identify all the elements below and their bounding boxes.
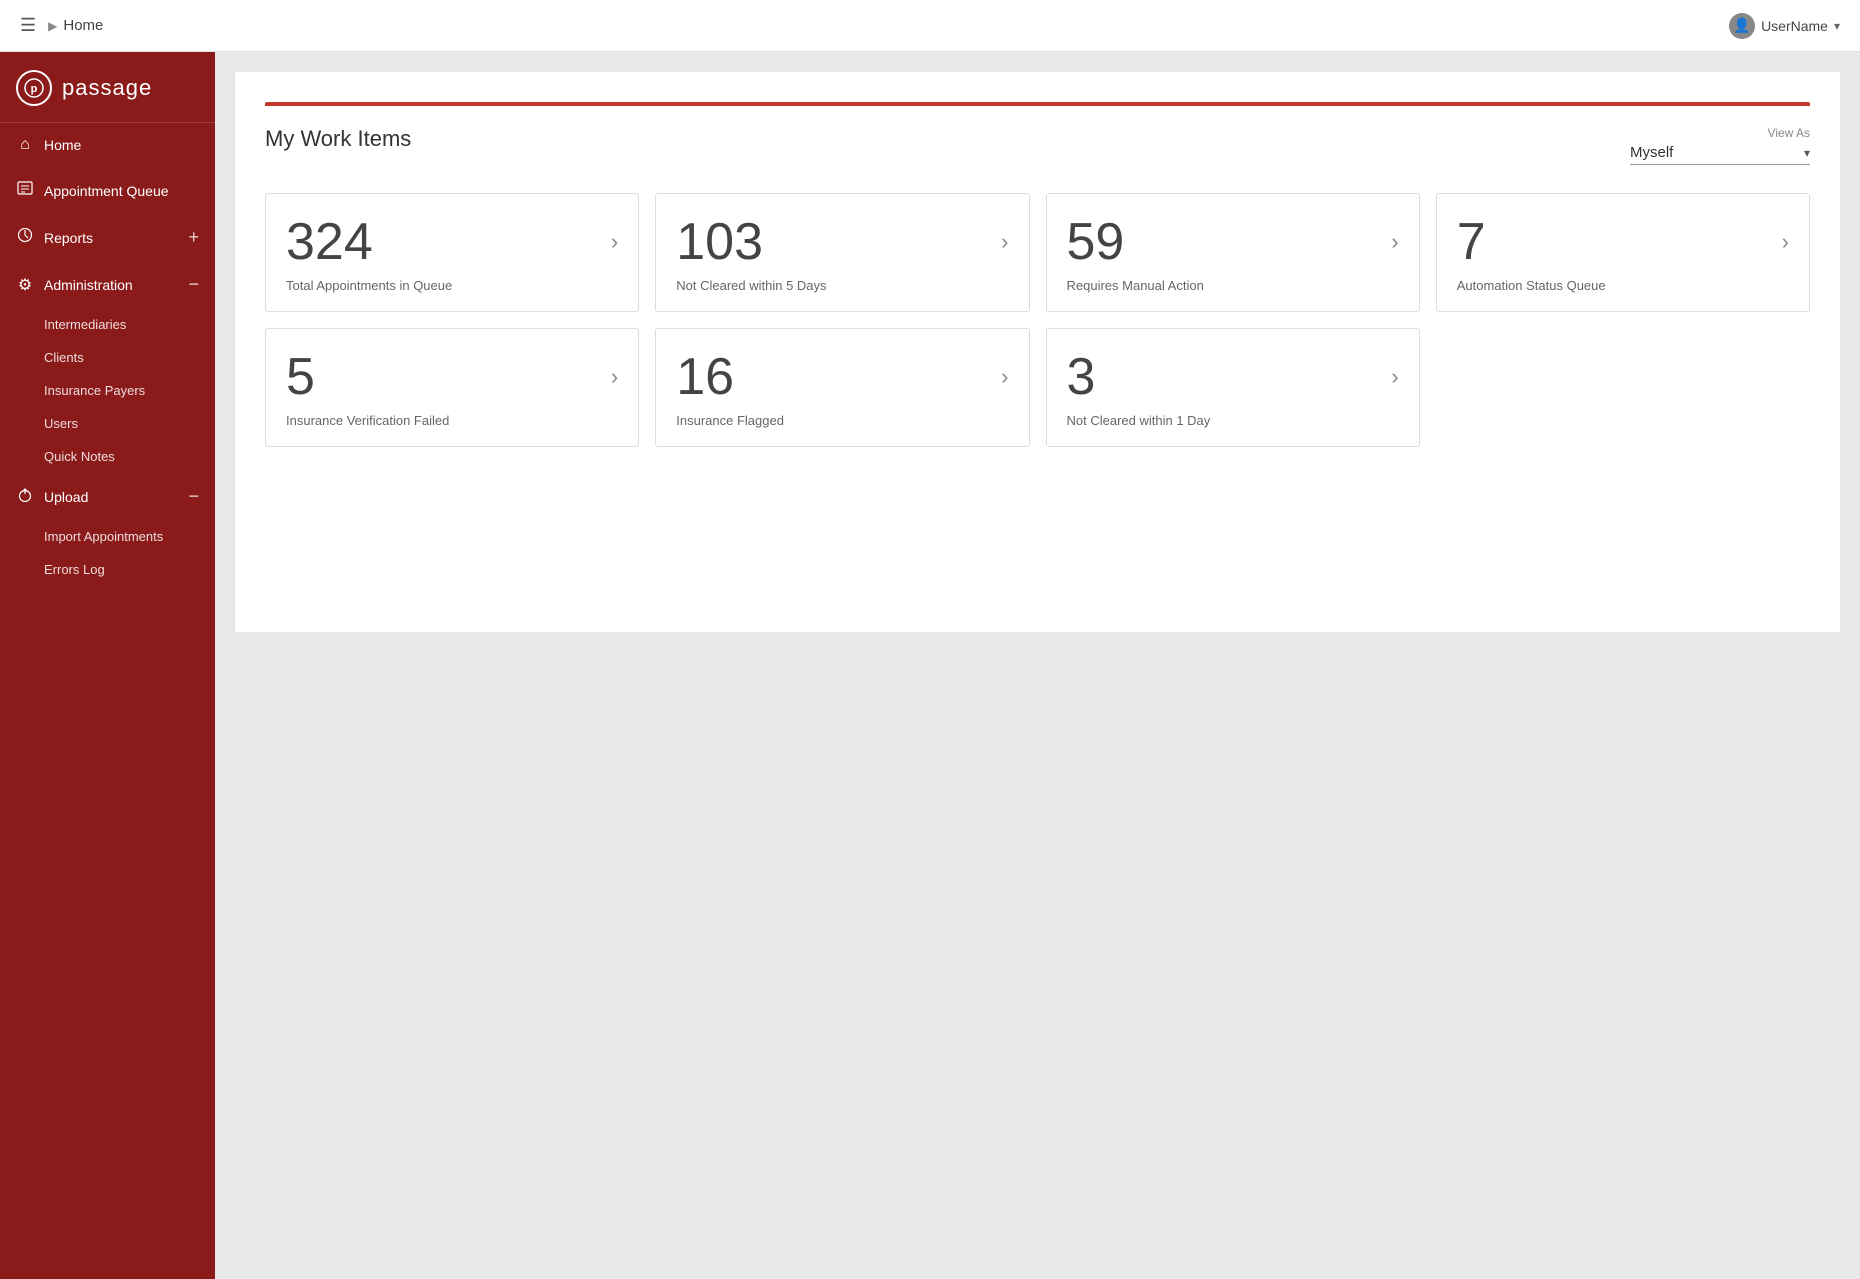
work-card-label-3: Automation Status Queue [1457,278,1789,293]
sidebar-reports-label: Reports [44,230,178,246]
work-card-arrow-2: › [1391,229,1398,255]
work-card-arrow-0: › [611,229,618,255]
work-card-arrow-1: › [1001,229,1008,255]
sidebar-item-reports[interactable]: Reports + [0,214,215,261]
card-header: My Work Items View As Myself ▾ [265,126,1810,165]
sidebar-subitem-intermediaries[interactable]: Intermediaries [0,308,215,341]
sidebar-item-appointment-queue[interactable]: Appointment Queue [0,167,215,214]
work-card-label-2: Requires Manual Action [1067,278,1399,293]
work-card-top-3: 7 › [1457,216,1789,268]
reports-expand-icon[interactable]: + [188,227,199,248]
work-card-arrow-5: › [1001,364,1008,390]
view-as-dropdown-icon: ▾ [1804,146,1810,160]
top-header: ☰ ▶ Home 👤 UserName ▾ [0,0,1860,52]
work-card-label-1: Not Cleared within 5 Days [676,278,1008,293]
work-card-top-4: 5 › [286,351,618,403]
work-card-label-6: Not Cleared within 1 Day [1067,413,1399,428]
work-card-total-appointments[interactable]: 324 › Total Appointments in Queue [265,193,639,312]
sidebar-upload-label: Upload [44,489,178,505]
work-card-label-4: Insurance Verification Failed [286,413,618,428]
sidebar-subitem-quick-notes[interactable]: Quick Notes [0,440,215,473]
work-card-arrow-6: › [1391,364,1398,390]
user-area[interactable]: 👤 UserName ▾ [1729,13,1840,39]
view-as-label: View As [1768,126,1810,140]
work-card-top-2: 59 › [1067,216,1399,268]
sidebar-appointment-label: Appointment Queue [44,183,199,199]
view-as-value: Myself [1630,144,1796,161]
work-card-top-6: 3 › [1067,351,1399,403]
sidebar-admin-label: Administration [44,277,178,293]
work-card-number-1: 103 [676,216,763,268]
hamburger-icon[interactable]: ☰ [20,15,36,36]
work-card-insurance-flagged[interactable]: 16 › Insurance Flagged [655,328,1029,447]
sidebar-subitem-clients[interactable]: Clients [0,341,215,374]
sidebar-item-home[interactable]: ⌂ Home [0,123,215,167]
work-card-number-4: 5 [286,351,315,403]
work-card-label-0: Total Appointments in Queue [286,278,618,293]
work-card-automation-status[interactable]: 7 › Automation Status Queue [1436,193,1810,312]
work-card-top-1: 103 › [676,216,1008,268]
work-card-insurance-verification-failed[interactable]: 5 › Insurance Verification Failed [265,328,639,447]
sidebar-subitem-import-appointments[interactable]: Import Appointments [0,520,215,553]
main-content: My Work Items View As Myself ▾ 324 › To [215,52,1860,1279]
breadcrumb-arrow: ▶ [48,19,57,33]
work-card-top-5: 16 › [676,351,1008,403]
sidebar: p passage ⌂ Home Appointment Queue [0,52,215,1279]
username-label: UserName [1761,18,1828,34]
svg-text:p: p [31,83,38,95]
work-items-row2: 5 › Insurance Verification Failed 16 › I… [265,328,1810,447]
appointment-icon [16,180,34,201]
sidebar-item-administration[interactable]: ⚙ Administration − [0,261,215,308]
work-card-top-0: 324 › [286,216,618,268]
work-items-row1: 324 › Total Appointments in Queue 103 › … [265,193,1810,312]
work-card-number-2: 59 [1067,216,1125,268]
upload-icon [16,486,34,507]
logo-icon: p [16,70,52,106]
work-card-number-5: 16 [676,351,734,403]
view-as-select[interactable]: Myself ▾ [1630,144,1810,165]
breadcrumb: ▶ Home [48,17,103,34]
page-title: My Work Items [265,126,411,152]
sidebar-item-upload[interactable]: Upload − [0,473,215,520]
work-card-label-5: Insurance Flagged [676,413,1008,428]
content-card: My Work Items View As Myself ▾ 324 › To [235,72,1840,632]
work-card-requires-manual-action[interactable]: 59 › Requires Manual Action [1046,193,1420,312]
admin-collapse-icon[interactable]: − [188,274,199,295]
reports-icon [16,227,34,248]
sidebar-subitem-errors-log[interactable]: Errors Log [0,553,215,586]
work-card-not-cleared-1day[interactable]: 3 › Not Cleared within 1 Day [1046,328,1420,447]
view-as-area: View As Myself ▾ [1630,126,1810,165]
work-card-number-3: 7 [1457,216,1486,268]
sidebar-subitem-insurance-payers[interactable]: Insurance Payers [0,374,215,407]
work-card-number-6: 3 [1067,351,1096,403]
user-icon: 👤 [1729,13,1755,39]
work-card-arrow-4: › [611,364,618,390]
sidebar-subitem-users[interactable]: Users [0,407,215,440]
work-card-empty [1436,328,1810,447]
logo-area: p passage [0,52,215,123]
header-left: ☰ ▶ Home [20,15,103,36]
layout: p passage ⌂ Home Appointment Queue [0,52,1860,1279]
work-card-arrow-3: › [1782,229,1789,255]
home-icon: ⌂ [16,136,34,154]
sidebar-home-label: Home [44,137,199,153]
upload-collapse-icon[interactable]: − [188,486,199,507]
work-card-not-cleared-5days[interactable]: 103 › Not Cleared within 5 Days [655,193,1029,312]
admin-icon: ⚙ [16,275,34,295]
logo-text: passage [62,75,152,101]
work-card-number-0: 324 [286,216,373,268]
chevron-down-icon: ▾ [1834,19,1840,33]
breadcrumb-home[interactable]: Home [63,17,103,34]
